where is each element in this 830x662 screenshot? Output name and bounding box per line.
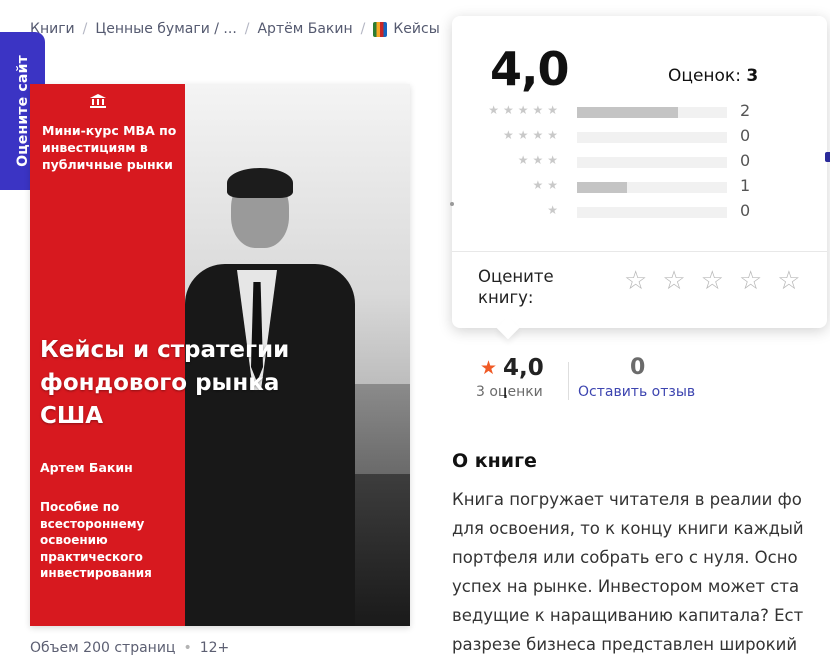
distribution-bar [577,132,727,143]
meta-dot: • [183,640,192,656]
star-icon: ★ [480,357,498,379]
distribution-count: 0 [740,151,751,170]
reviews-count: 0 [630,355,646,380]
rate-star-5-icon[interactable]: ☆ [777,267,800,295]
popup-arrow [496,316,520,340]
about-line: успех на рынке. Инвестором может ста [452,577,800,596]
popup-divider [452,251,827,252]
ratings-count-value: 3 [746,66,759,86]
distribution-row-5: ★★★★★ 2 [452,101,827,122]
vertical-divider [568,362,569,400]
distribution-count: 0 [740,201,751,220]
distribution-stars-icon: ★★ [532,178,562,192]
rate-star-1-icon[interactable]: ☆ [624,267,647,295]
breadcrumb-item-current: Кейсы [393,21,440,37]
about-line: портфеля или собрать его с нуля. Осно [452,548,798,567]
distribution-bar [577,207,727,218]
rate-star-2-icon[interactable]: ☆ [662,267,685,295]
age-rating: 12+ [199,640,230,656]
distribution-count: 1 [740,176,751,195]
leave-review-link[interactable]: Оставить отзыв [578,384,695,400]
distribution-stars-icon: ★★★★★ [488,103,562,117]
distribution-row-1: ★ 0 [452,201,827,222]
distribution-count: 2 [740,101,751,120]
page-count: Объем 200 страниц [30,640,176,656]
hair [227,168,293,198]
text-cursor-icon: I [503,386,508,402]
rate-book-prompt: Оцените книгу: [478,267,554,307]
distribution-stars-icon: ★ [547,203,562,217]
cover-author: Артем Бакин [40,460,133,475]
rate-star-3-icon[interactable]: ☆ [701,267,724,295]
bank-icon [90,94,106,108]
breadcrumb-separator: / [244,21,250,37]
breadcrumb-item-securities[interactable]: Ценные бумаги / ... [95,21,236,37]
distribution-bar [577,182,727,193]
distribution-bar-fill [577,182,627,193]
distribution-bar-fill [577,107,678,118]
rate-book-stars: ☆ ☆ ☆ ☆ ☆ [624,267,801,295]
distribution-row-3: ★★★ 0 [452,151,827,172]
book-meta: Объем 200 страниц • 12+ [30,640,229,656]
rate-star-4-icon[interactable]: ☆ [739,267,762,295]
ratings-count[interactable]: 3 оценки [476,384,543,400]
inline-rating[interactable]: ★ 4,0 [480,355,544,381]
rate-site-label: Оцените сайт [14,55,31,167]
cover-description: Пособие по всестороннему освоению практи… [40,500,152,580]
breadcrumb: Книги / Ценные бумаги / ... / Артём Баки… [30,19,440,39]
book-icon [373,21,388,37]
about-title: О книге [452,450,537,472]
edge-control [825,152,830,162]
breadcrumb-item-author[interactable]: Артём Бакин [257,21,352,37]
distribution-row-2: ★★ 1 [452,176,827,197]
cover-mba-text: Мини-курс MBA по инвестициям в публичные… [42,123,177,172]
breadcrumb-separator: / [360,21,366,37]
distribution-bar [577,157,727,168]
ratings-count-label: Оценок: 3 [668,66,759,86]
distribution-count: 0 [740,126,751,145]
distribution-row-4: ★★★★ 0 [452,126,827,147]
distribution-stars-icon: ★★★ [517,153,562,167]
about-line: для освоения, то к концу книги каждый [452,519,804,538]
about-line: ведущие к наращиванию капитала? Ест [452,606,804,625]
rating-popup: 4,0 Оценок: 3 ★★★★★ 2 ★★★★ 0 ★★★ 0 ★★ 1 ★ 0 Оцени… [452,16,827,340]
about-line: разрезе бизнеса представлен широкий [452,635,798,654]
average-rating: 4,0 [490,42,569,96]
book-cover[interactable]: Мини-курс MBA по инвестициям в публичные… [30,84,410,626]
distribution-stars-icon: ★★★★ [502,128,562,142]
distribution-bar [577,107,727,118]
breadcrumb-separator: / [82,21,88,37]
about-line: Книга погружает читателя в реалии фо [452,490,802,509]
inline-rating-value: 4,0 [503,355,544,381]
about-text: Книга погружает читателя в реалии фо для… [452,485,804,659]
edge-mark [450,202,454,206]
cover-title: Кейсы и стратегии фондового рынка США [40,337,290,429]
